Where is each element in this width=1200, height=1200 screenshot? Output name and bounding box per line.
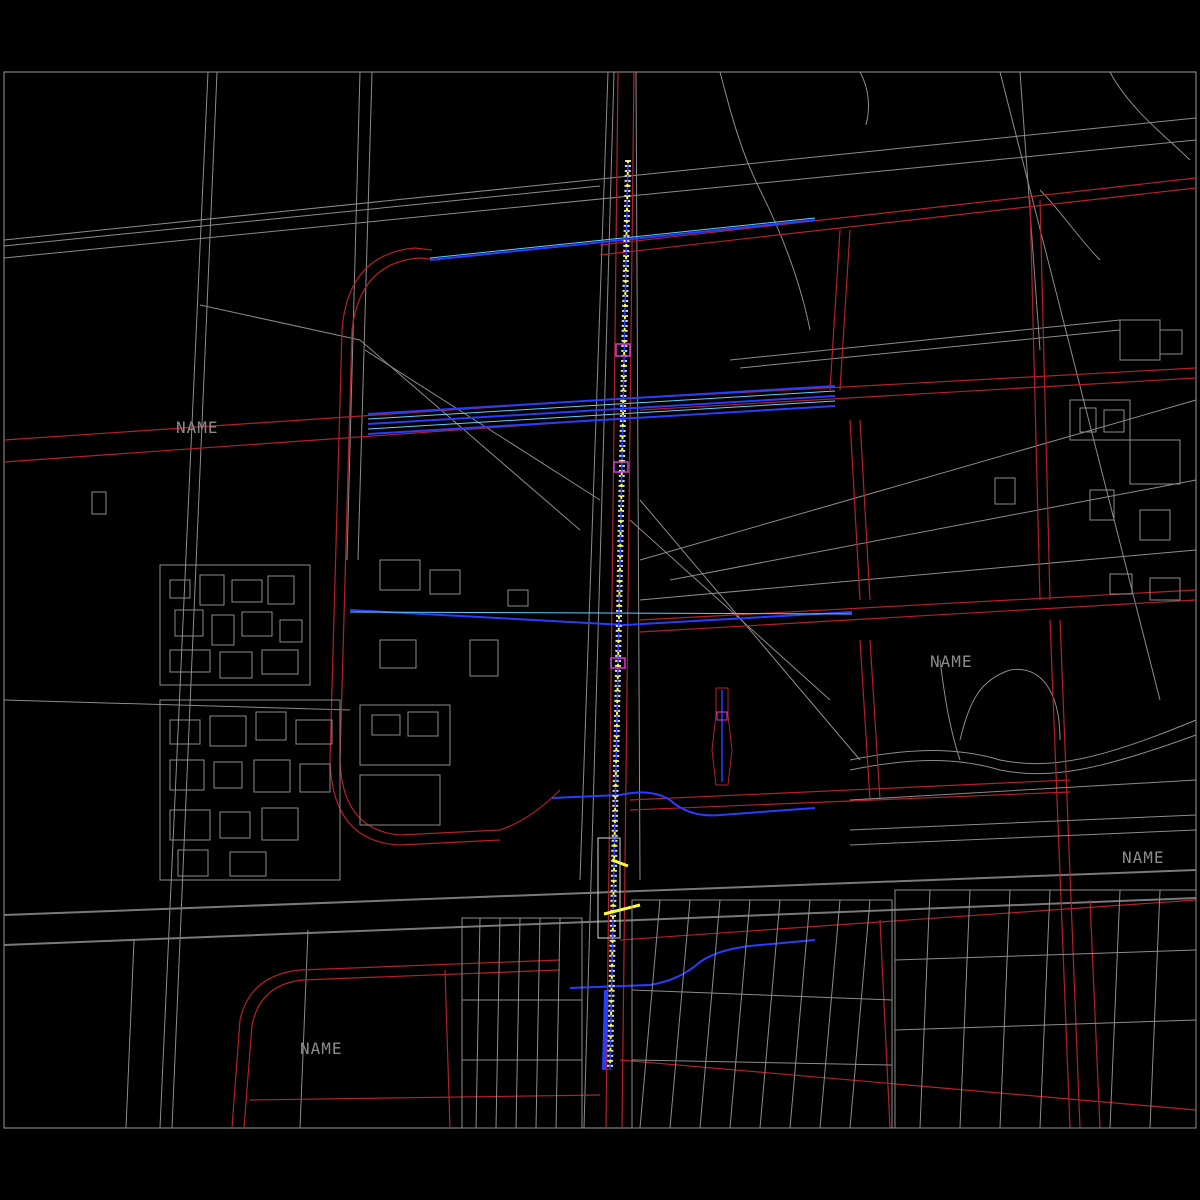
east-village-buildings: [994, 319, 1183, 601]
south-urban-blocks: [461, 779, 1197, 1129]
cad-map-canvas[interactable]: NAME NAME NAME NAME: [0, 0, 1200, 1200]
place-label-northwest: NAME: [176, 418, 219, 437]
place-label-southeast: NAME: [1122, 848, 1165, 867]
isolated-structure: [711, 687, 733, 786]
planned-road-network: [3, 71, 1197, 1129]
west-town-buildings: [91, 491, 529, 881]
central-alignment: [597, 159, 641, 1071]
place-label-east: NAME: [930, 652, 973, 671]
place-label-southwest: NAME: [300, 1039, 343, 1058]
pipeline-lines: [349, 217, 853, 989]
